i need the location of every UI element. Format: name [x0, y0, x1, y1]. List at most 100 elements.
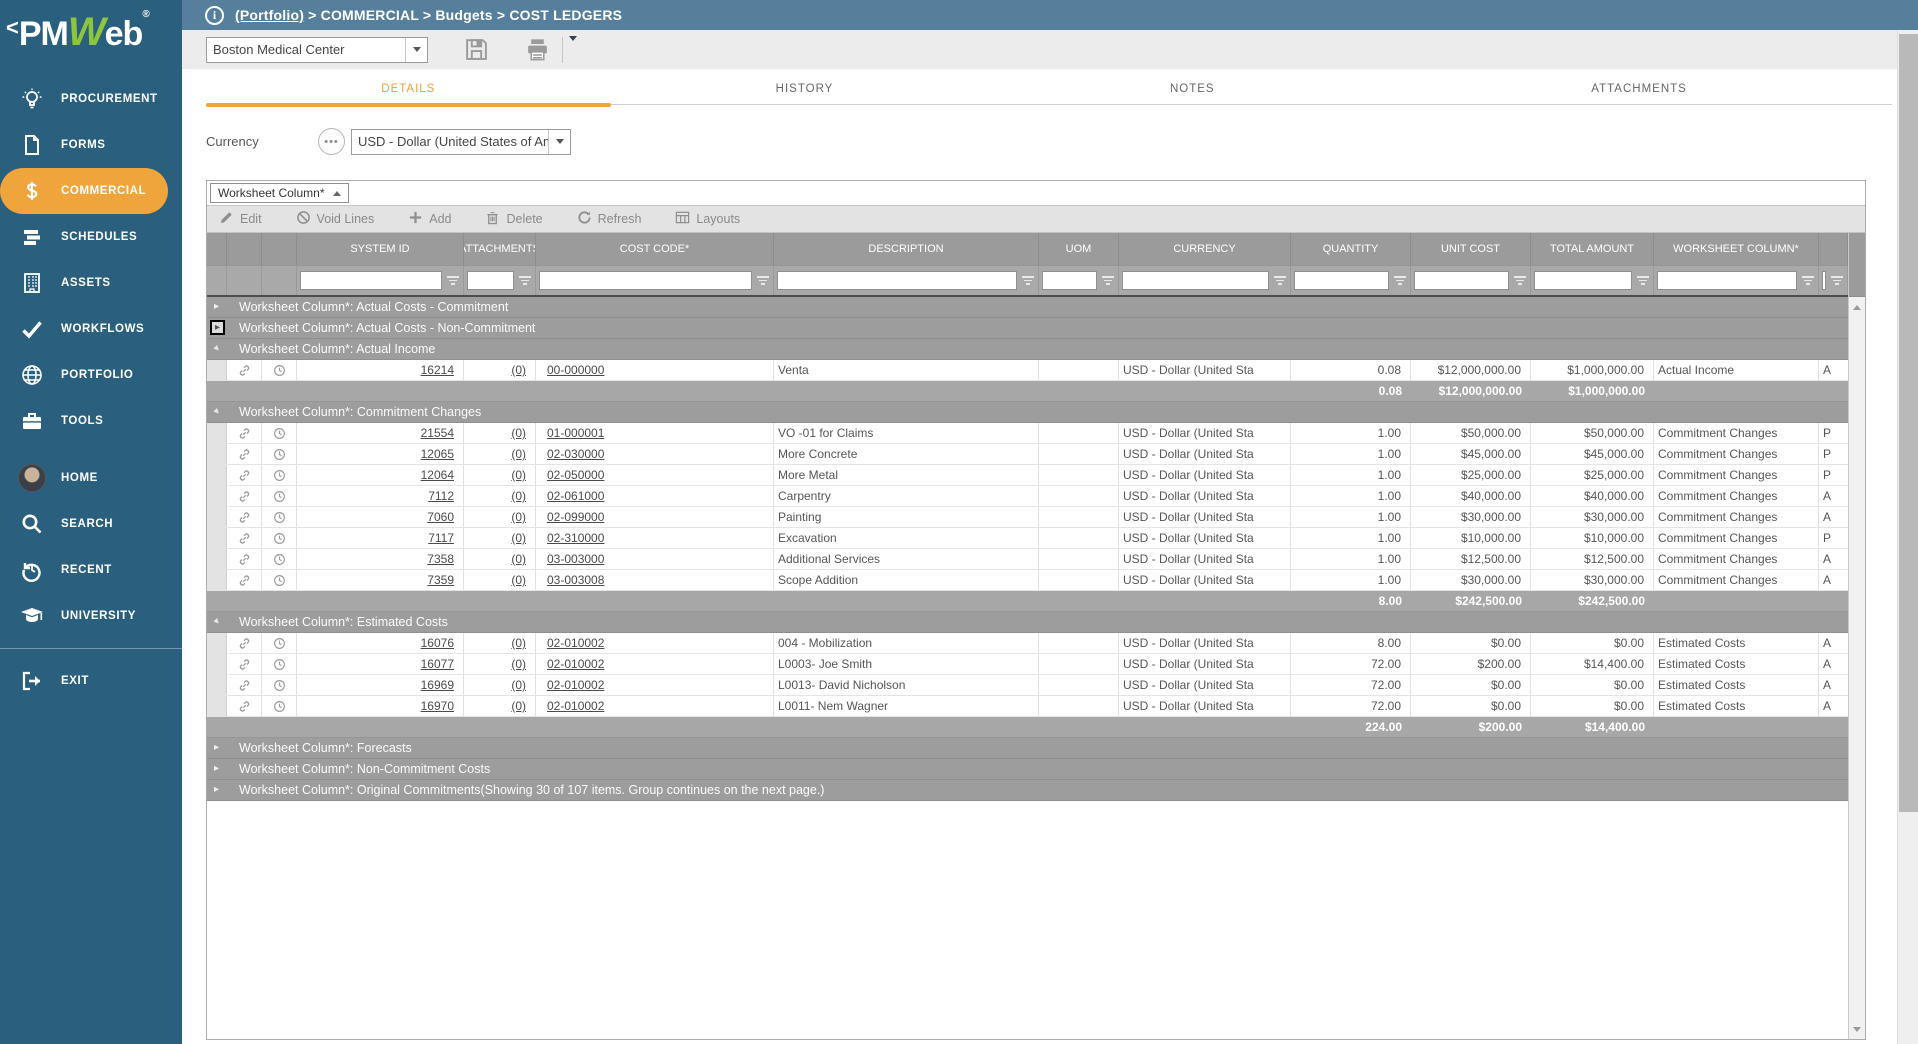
table-row[interactable]: 21554(0)01-000001VO -01 for ClaimsUSD - … [207, 423, 1848, 444]
table-row[interactable]: 12064(0)02-050000More MetalUSD - Dollar … [207, 465, 1848, 486]
table-row[interactable]: 16970(0)02-010002L0011- Nem WagnerUSD - … [207, 696, 1848, 717]
filter-input-quantity[interactable] [1294, 271, 1389, 290]
clock-icon[interactable] [262, 486, 297, 506]
chain-icon[interactable] [227, 633, 262, 653]
table-row[interactable]: 7060(0)02-099000PaintingUSD - Dollar (Un… [207, 507, 1848, 528]
column-header-quantity[interactable]: QUANTITY [1291, 233, 1411, 265]
clock-icon[interactable] [262, 633, 297, 653]
system-id-link[interactable]: 16970 [421, 699, 454, 713]
sidebar-item-procurement[interactable]: PROCUREMENT [0, 76, 182, 122]
filter-icon[interactable] [1101, 276, 1115, 285]
system-id-link[interactable]: 12065 [421, 447, 454, 461]
column-header-total_amount[interactable]: TOTAL AMOUNT [1531, 233, 1654, 265]
cost-code-link[interactable]: 02-099000 [547, 510, 604, 524]
breadcrumb-portfolio-link[interactable]: (Portfolio) [235, 7, 304, 23]
table-row[interactable]: 16969(0)02-010002L0013- David NicholsonU… [207, 675, 1848, 696]
save-button[interactable] [464, 37, 489, 62]
filter-input-status[interactable] [1822, 271, 1826, 290]
column-header-worksheet_column[interactable]: WORKSHEET COLUMN* [1654, 233, 1819, 265]
system-id-link[interactable]: 16969 [421, 678, 454, 692]
attachments-link[interactable]: (0) [511, 531, 526, 545]
filter-input-attachments[interactable] [467, 271, 514, 290]
table-row[interactable]: 7359(0)03-003008Scope AdditionUSD - Doll… [207, 570, 1848, 591]
column-header-handle[interactable] [207, 233, 227, 265]
filter-icon[interactable] [518, 276, 532, 285]
filter-input-unit_cost[interactable] [1414, 271, 1509, 290]
clock-icon[interactable] [262, 654, 297, 674]
chain-icon[interactable] [227, 360, 262, 380]
group-row[interactable]: ▸Worksheet Column*: Actual Income [207, 339, 1848, 360]
filter-input-currency[interactable] [1122, 271, 1269, 290]
page-scrollbar[interactable] [1897, 30, 1918, 1044]
currency-select[interactable]: USD - Dollar (United States of Ameri [351, 129, 571, 155]
attachments-link[interactable]: (0) [511, 510, 526, 524]
filter-icon[interactable] [1273, 276, 1287, 285]
attachments-link[interactable]: (0) [511, 678, 526, 692]
filter-input-uom[interactable] [1042, 271, 1097, 290]
attachments-link[interactable]: (0) [511, 426, 526, 440]
grid-vertical-scrollbar[interactable] [1848, 233, 1865, 1039]
group-expand-icon[interactable]: ▸ [214, 741, 219, 755]
cost-code-link[interactable]: 02-061000 [547, 489, 604, 503]
column-header-status[interactable] [1819, 233, 1848, 265]
system-id-link[interactable]: 16076 [421, 636, 454, 650]
add-button[interactable]: Add [408, 210, 451, 228]
filter-input-worksheet_column[interactable] [1657, 271, 1797, 290]
group-by-chip[interactable]: Worksheet Column* [210, 183, 349, 203]
cost-code-link[interactable]: 03-003000 [547, 552, 604, 566]
column-header-currency[interactable]: CURRENCY [1119, 233, 1291, 265]
system-id-link[interactable]: 21554 [421, 426, 454, 440]
tab-attachments[interactable]: ATTACHMENTS [1386, 74, 1892, 104]
sidebar-item-schedules[interactable]: SCHEDULES [0, 214, 182, 260]
chain-icon[interactable] [227, 570, 262, 590]
clock-icon[interactable] [262, 507, 297, 527]
cost-code-link[interactable]: 02-010002 [547, 636, 604, 650]
column-header-description[interactable]: DESCRIPTION [774, 233, 1039, 265]
cost-code-link[interactable]: 02-310000 [547, 531, 604, 545]
sidebar-item-tools[interactable]: TOOLS [0, 398, 182, 444]
attachments-link[interactable]: (0) [511, 489, 526, 503]
group-row[interactable]: ▸Worksheet Column*: Commitment Changes [207, 402, 1848, 423]
filter-input-system_id[interactable] [300, 271, 442, 290]
system-id-link[interactable]: 7358 [427, 552, 454, 566]
clock-icon[interactable] [262, 696, 297, 716]
table-row[interactable]: 7358(0)03-003000Additional ServicesUSD -… [207, 549, 1848, 570]
void-lines-button[interactable]: Void Lines [296, 210, 375, 228]
cost-code-link[interactable]: 02-010002 [547, 699, 604, 713]
clock-icon[interactable] [262, 444, 297, 464]
sidebar-item-exit[interactable]: EXIT [0, 658, 182, 704]
chain-icon[interactable] [227, 465, 262, 485]
column-header-system_id[interactable]: SYSTEM ID [297, 233, 464, 265]
column-header-uom[interactable]: UOM [1039, 233, 1119, 265]
attachments-link[interactable]: (0) [511, 699, 526, 713]
sidebar-item-forms[interactable]: FORMS [0, 122, 182, 168]
scroll-up-icon[interactable] [1849, 299, 1865, 315]
chain-icon[interactable] [227, 675, 262, 695]
filter-icon[interactable] [1393, 276, 1407, 285]
refresh-button[interactable]: Refresh [577, 210, 642, 228]
system-id-link[interactable]: 7359 [427, 573, 454, 587]
clock-icon[interactable] [262, 423, 297, 443]
table-row[interactable]: 7112(0)02-061000CarpentryUSD - Dollar (U… [207, 486, 1848, 507]
sidebar-item-recent[interactable]: RECENT [0, 547, 182, 593]
chain-icon[interactable] [227, 528, 262, 548]
cost-code-link[interactable]: 02-050000 [547, 468, 604, 482]
chain-icon[interactable] [227, 549, 262, 569]
filter-icon[interactable] [1636, 276, 1650, 285]
filter-input-description[interactable] [777, 271, 1017, 290]
clock-icon[interactable] [262, 570, 297, 590]
group-expand-icon[interactable]: ▸ [210, 320, 225, 335]
filter-icon[interactable] [1021, 276, 1035, 285]
table-row[interactable]: 7117(0)02-310000ExcavationUSD - Dollar (… [207, 528, 1848, 549]
group-row[interactable]: ▸Worksheet Column*: Original Commitments… [207, 780, 1848, 801]
column-header-attachments[interactable]: ATTACHMENTS [464, 233, 536, 265]
sidebar-item-search[interactable]: SEARCH [0, 501, 182, 547]
column-header-history[interactable] [262, 233, 297, 265]
group-row[interactable]: ▸Worksheet Column*: Non-Commitment Costs [207, 759, 1848, 780]
clock-icon[interactable] [262, 675, 297, 695]
project-select[interactable]: Boston Medical Center [206, 37, 428, 63]
sidebar-item-portfolio[interactable]: PORTFOLIO [0, 352, 182, 398]
layouts-button[interactable]: Layouts [675, 210, 740, 228]
scroll-down-icon[interactable] [1849, 1021, 1865, 1037]
system-id-link[interactable]: 12064 [421, 468, 454, 482]
